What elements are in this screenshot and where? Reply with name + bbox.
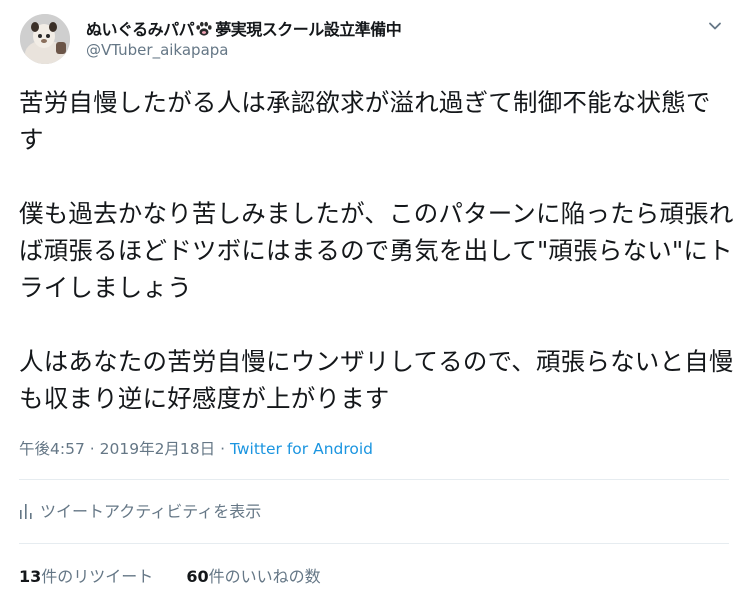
tweet-metadata: 午後4:57 · 2019年2月18日 · Twitter for Androi… xyxy=(19,437,373,459)
tweet-text: 苦労自慢したがる人は承認欲求が溢れ過ぎて制御不能な状態です 僕も過去かなり苦しみ… xyxy=(19,84,734,417)
tweet-paragraph: 苦労自慢したがる人は承認欲求が溢れ過ぎて制御不能な状態です xyxy=(19,88,711,154)
tweet-activity-label: ツイートアクティビティを表示 xyxy=(40,502,262,521)
tweet-activity-link[interactable]: ツイートアクティビティを表示 xyxy=(19,498,261,522)
tweet-paragraph: 人はあなたの苦労自慢にウンザリしてるので、頑張らないと自慢も収まり逆に好感度が上… xyxy=(19,347,734,413)
paw-icon xyxy=(195,21,213,41)
bar-chart-icon xyxy=(20,504,32,519)
avatar-image xyxy=(20,14,70,64)
tweet-paragraph: 僕も過去かなり苦しみましたが、このパターンに陥ったら頑張れば頑張るほどドツボには… xyxy=(19,199,734,302)
display-name-suffix: 夢実現スクール設立準備中 xyxy=(215,20,402,39)
like-count[interactable]: 60件のいいねの数 xyxy=(186,567,320,586)
divider xyxy=(19,543,729,544)
chevron-down-icon[interactable] xyxy=(708,18,722,32)
meta-separator: · xyxy=(89,440,95,458)
tweet-time[interactable]: 午後4:57 xyxy=(19,440,85,458)
tweet-stats: 13件のリツイート 60件のいいねの数 xyxy=(19,563,321,587)
display-name-prefix: ぬいぐるみパパ xyxy=(86,20,195,39)
tweet-date[interactable]: 2019年2月18日 xyxy=(100,440,216,458)
like-count-number: 60 xyxy=(186,567,209,586)
avatar[interactable] xyxy=(20,14,70,64)
meta-separator: · xyxy=(220,440,226,458)
retweet-count[interactable]: 13件のリツイート xyxy=(19,567,153,586)
retweet-count-number: 13 xyxy=(19,567,42,586)
tweet-card: ぬいぐるみパパ 夢実現スクール設立準備中 @VTuber_aikapapa 苦労自… xyxy=(0,0,745,610)
display-name[interactable]: ぬいぐるみパパ 夢実現スクール設立準備中 xyxy=(86,16,402,41)
like-count-label: 件のいいねの数 xyxy=(208,567,321,586)
divider xyxy=(19,479,729,480)
retweet-count-label: 件のリツイート xyxy=(41,567,154,586)
user-handle[interactable]: @VTuber_aikapapa xyxy=(86,41,228,59)
tweet-source-link[interactable]: Twitter for Android xyxy=(230,440,373,458)
